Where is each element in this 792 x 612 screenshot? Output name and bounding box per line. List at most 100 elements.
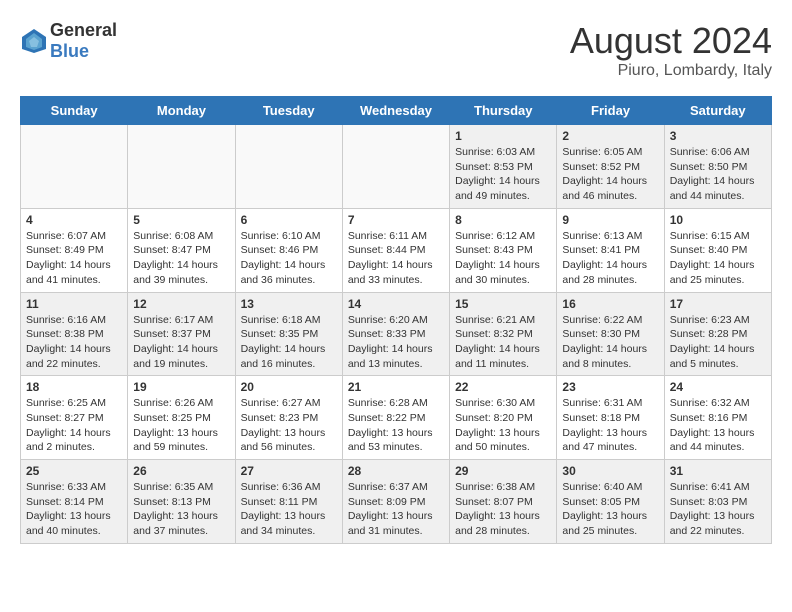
calendar-cell: 22 Sunrise: 6:30 AMSunset: 8:20 PMDayligh…	[450, 376, 557, 460]
calendar-cell: 20 Sunrise: 6:27 AMSunset: 8:23 PMDayligh…	[235, 376, 342, 460]
calendar-cell: 30 Sunrise: 6:40 AMSunset: 8:05 PMDayligh…	[557, 460, 664, 544]
logo-blue: Blue	[50, 41, 89, 61]
calendar-table: SundayMondayTuesdayWednesdayThursdayFrid…	[20, 96, 772, 544]
cell-content: Sunrise: 6:22 AMSunset: 8:30 PMDaylight:…	[562, 313, 658, 372]
calendar-cell: 25 Sunrise: 6:33 AMSunset: 8:14 PMDayligh…	[21, 460, 128, 544]
day-number: 16	[562, 297, 658, 311]
day-number: 10	[670, 213, 766, 227]
cell-content: Sunrise: 6:32 AMSunset: 8:16 PMDaylight:…	[670, 396, 766, 455]
cell-content: Sunrise: 6:20 AMSunset: 8:33 PMDaylight:…	[348, 313, 444, 372]
day-number: 30	[562, 464, 658, 478]
day-number: 17	[670, 297, 766, 311]
day-of-week-header: Saturday	[664, 97, 771, 125]
day-number: 2	[562, 129, 658, 143]
cell-content: Sunrise: 6:38 AMSunset: 8:07 PMDaylight:…	[455, 480, 551, 539]
calendar-cell: 14 Sunrise: 6:20 AMSunset: 8:33 PMDayligh…	[342, 292, 449, 376]
cell-content: Sunrise: 6:12 AMSunset: 8:43 PMDaylight:…	[455, 229, 551, 288]
calendar-cell: 29 Sunrise: 6:38 AMSunset: 8:07 PMDayligh…	[450, 460, 557, 544]
calendar-cell: 24 Sunrise: 6:32 AMSunset: 8:16 PMDayligh…	[664, 376, 771, 460]
month-year-title: August 2024	[570, 20, 772, 62]
day-of-week-header: Wednesday	[342, 97, 449, 125]
day-number: 18	[26, 380, 122, 394]
day-number: 6	[241, 213, 337, 227]
calendar-cell: 15 Sunrise: 6:21 AMSunset: 8:32 PMDayligh…	[450, 292, 557, 376]
cell-content: Sunrise: 6:33 AMSunset: 8:14 PMDaylight:…	[26, 480, 122, 539]
cell-content: Sunrise: 6:25 AMSunset: 8:27 PMDaylight:…	[26, 396, 122, 455]
page-header: General Blue August 2024 Piuro, Lombardy…	[20, 20, 772, 80]
cell-content: Sunrise: 6:10 AMSunset: 8:46 PMDaylight:…	[241, 229, 337, 288]
calendar-cell: 17 Sunrise: 6:23 AMSunset: 8:28 PMDayligh…	[664, 292, 771, 376]
calendar-cell	[342, 125, 449, 209]
cell-content: Sunrise: 6:41 AMSunset: 8:03 PMDaylight:…	[670, 480, 766, 539]
cell-content: Sunrise: 6:30 AMSunset: 8:20 PMDaylight:…	[455, 396, 551, 455]
day-number: 3	[670, 129, 766, 143]
cell-content: Sunrise: 6:36 AMSunset: 8:11 PMDaylight:…	[241, 480, 337, 539]
cell-content: Sunrise: 6:05 AMSunset: 8:52 PMDaylight:…	[562, 145, 658, 204]
day-number: 26	[133, 464, 229, 478]
day-of-week-header: Tuesday	[235, 97, 342, 125]
day-of-week-header: Monday	[128, 97, 235, 125]
day-number: 14	[348, 297, 444, 311]
cell-content: Sunrise: 6:31 AMSunset: 8:18 PMDaylight:…	[562, 396, 658, 455]
cell-content: Sunrise: 6:37 AMSunset: 8:09 PMDaylight:…	[348, 480, 444, 539]
day-number: 4	[26, 213, 122, 227]
day-number: 8	[455, 213, 551, 227]
calendar-cell: 13Sunrise: 6:18 AMSunset: 8:35 PMDayligh…	[235, 292, 342, 376]
day-number: 27	[241, 464, 337, 478]
day-number: 29	[455, 464, 551, 478]
day-number: 23	[562, 380, 658, 394]
calendar-cell: 10 Sunrise: 6:15 AMSunset: 8:40 PMDayligh…	[664, 208, 771, 292]
cell-content: Sunrise: 6:40 AMSunset: 8:05 PMDaylight:…	[562, 480, 658, 539]
cell-content: Sunrise: 6:17 AMSunset: 8:37 PMDaylight:…	[133, 313, 229, 372]
cell-content: Sunrise: 6:03 AMSunset: 8:53 PMDaylight:…	[455, 145, 551, 204]
calendar-cell: 6 Sunrise: 6:10 AMSunset: 8:46 PMDaylight…	[235, 208, 342, 292]
day-number: 15	[455, 297, 551, 311]
day-number: 9	[562, 213, 658, 227]
logo-icon	[20, 27, 48, 55]
cell-content: Sunrise: 6:16 AMSunset: 8:38 PMDaylight:…	[26, 313, 122, 372]
location-subtitle: Piuro, Lombardy, Italy	[570, 62, 772, 80]
cell-content: Sunrise: 6:11 AMSunset: 8:44 PMDaylight:…	[348, 229, 444, 288]
calendar-cell: 19 Sunrise: 6:26 AMSunset: 8:25 PMDayligh…	[128, 376, 235, 460]
calendar-cell: 8 Sunrise: 6:12 AMSunset: 8:43 PMDaylight…	[450, 208, 557, 292]
calendar-cell	[128, 125, 235, 209]
day-number: 20	[241, 380, 337, 394]
cell-content: Sunrise: 6:18 AMSunset: 8:35 PMDaylight:…	[241, 313, 337, 372]
calendar-cell: 3Sunrise: 6:06 AMSunset: 8:50 PMDaylight…	[664, 125, 771, 209]
day-number: 11	[26, 297, 122, 311]
cell-content: Sunrise: 6:21 AMSunset: 8:32 PMDaylight:…	[455, 313, 551, 372]
calendar-cell	[21, 125, 128, 209]
calendar-cell: 2 Sunrise: 6:05 AMSunset: 8:52 PMDaylight…	[557, 125, 664, 209]
calendar-cell: 11 Sunrise: 6:16 AMSunset: 8:38 PMDayligh…	[21, 292, 128, 376]
cell-content: Sunrise: 6:07 AMSunset: 8:49 PMDaylight:…	[26, 229, 122, 288]
calendar-cell: 31 Sunrise: 6:41 AMSunset: 8:03 PMDayligh…	[664, 460, 771, 544]
cell-content: Sunrise: 6:15 AMSunset: 8:40 PMDaylight:…	[670, 229, 766, 288]
calendar-cell: 1 Sunrise: 6:03 AMSunset: 8:53 PMDaylight…	[450, 125, 557, 209]
calendar-cell: 18 Sunrise: 6:25 AMSunset: 8:27 PMDayligh…	[21, 376, 128, 460]
day-number: 19	[133, 380, 229, 394]
day-number: 5	[133, 213, 229, 227]
calendar-cell: 26 Sunrise: 6:35 AMSunset: 8:13 PMDayligh…	[128, 460, 235, 544]
day-number: 24	[670, 380, 766, 394]
cell-content: Sunrise: 6:08 AMSunset: 8:47 PMDaylight:…	[133, 229, 229, 288]
day-number: 7	[348, 213, 444, 227]
day-number: 1	[455, 129, 551, 143]
day-number: 22	[455, 380, 551, 394]
day-number: 12	[133, 297, 229, 311]
day-of-week-header: Friday	[557, 97, 664, 125]
logo-general: General	[50, 20, 117, 40]
cell-content: Sunrise: 6:27 AMSunset: 8:23 PMDaylight:…	[241, 396, 337, 455]
calendar-cell: 28Sunrise: 6:37 AMSunset: 8:09 PMDayligh…	[342, 460, 449, 544]
calendar-cell: 27 Sunrise: 6:36 AMSunset: 8:11 PMDayligh…	[235, 460, 342, 544]
day-number: 21	[348, 380, 444, 394]
cell-content: Sunrise: 6:28 AMSunset: 8:22 PMDaylight:…	[348, 396, 444, 455]
cell-content: Sunrise: 6:35 AMSunset: 8:13 PMDaylight:…	[133, 480, 229, 539]
title-section: August 2024 Piuro, Lombardy, Italy	[570, 20, 772, 80]
day-number: 25	[26, 464, 122, 478]
day-of-week-header: Thursday	[450, 97, 557, 125]
day-number: 31	[670, 464, 766, 478]
cell-content: Sunrise: 6:23 AMSunset: 8:28 PMDaylight:…	[670, 313, 766, 372]
cell-content: Sunrise: 6:26 AMSunset: 8:25 PMDaylight:…	[133, 396, 229, 455]
calendar-cell: 9Sunrise: 6:13 AMSunset: 8:41 PMDaylight…	[557, 208, 664, 292]
day-of-week-header: Sunday	[21, 97, 128, 125]
